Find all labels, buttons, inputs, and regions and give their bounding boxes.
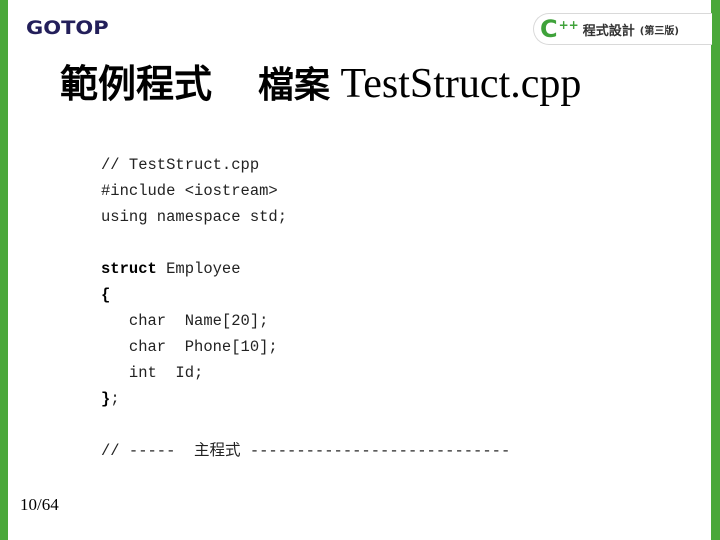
code-listing: // TestStruct.cpp #include <iostream> us… bbox=[101, 152, 510, 464]
publisher-logo: GOTOP bbox=[26, 17, 109, 39]
code-line: char Phone[10]; bbox=[101, 338, 278, 356]
code-brace-open: { bbox=[101, 286, 111, 304]
code-line: struct Employee bbox=[101, 256, 510, 282]
cpp-logo-icon: C bbox=[540, 15, 558, 43]
code-text: ; bbox=[110, 390, 120, 408]
code-keyword: struct bbox=[101, 260, 157, 278]
slide-title: 範例程式 檔案 TestStruct.cpp bbox=[60, 58, 581, 112]
code-line: }; bbox=[101, 386, 510, 412]
code-line: using namespace std; bbox=[101, 208, 288, 226]
book-title: 程式設計 bbox=[582, 23, 635, 39]
slide-title-filename: TestStruct.cpp bbox=[340, 61, 582, 107]
code-line: // TestStruct.cpp bbox=[101, 156, 260, 174]
page-number: 10/64 bbox=[20, 495, 59, 514]
slide-title-label: 範例程式 bbox=[60, 62, 213, 106]
book-title-badge: C ++ 程式設計 (第三版) bbox=[533, 13, 712, 45]
code-text: Employee bbox=[156, 260, 241, 278]
code-line: int Id; bbox=[101, 364, 204, 382]
code-brace-close: } bbox=[101, 390, 111, 408]
code-line-comment: // ----- 主程式 ---------------------------… bbox=[101, 442, 511, 460]
cpp-logo-plus: ++ bbox=[558, 18, 579, 32]
code-line: #include <iostream> bbox=[101, 182, 278, 200]
right-accent-bar bbox=[711, 0, 720, 540]
code-line: char Name[20]; bbox=[101, 312, 269, 330]
left-accent-bar bbox=[0, 0, 8, 540]
code-line: { bbox=[101, 282, 510, 308]
slide-title-file-label: 檔案 bbox=[258, 65, 331, 106]
book-edition: (第三版) bbox=[639, 25, 679, 37]
